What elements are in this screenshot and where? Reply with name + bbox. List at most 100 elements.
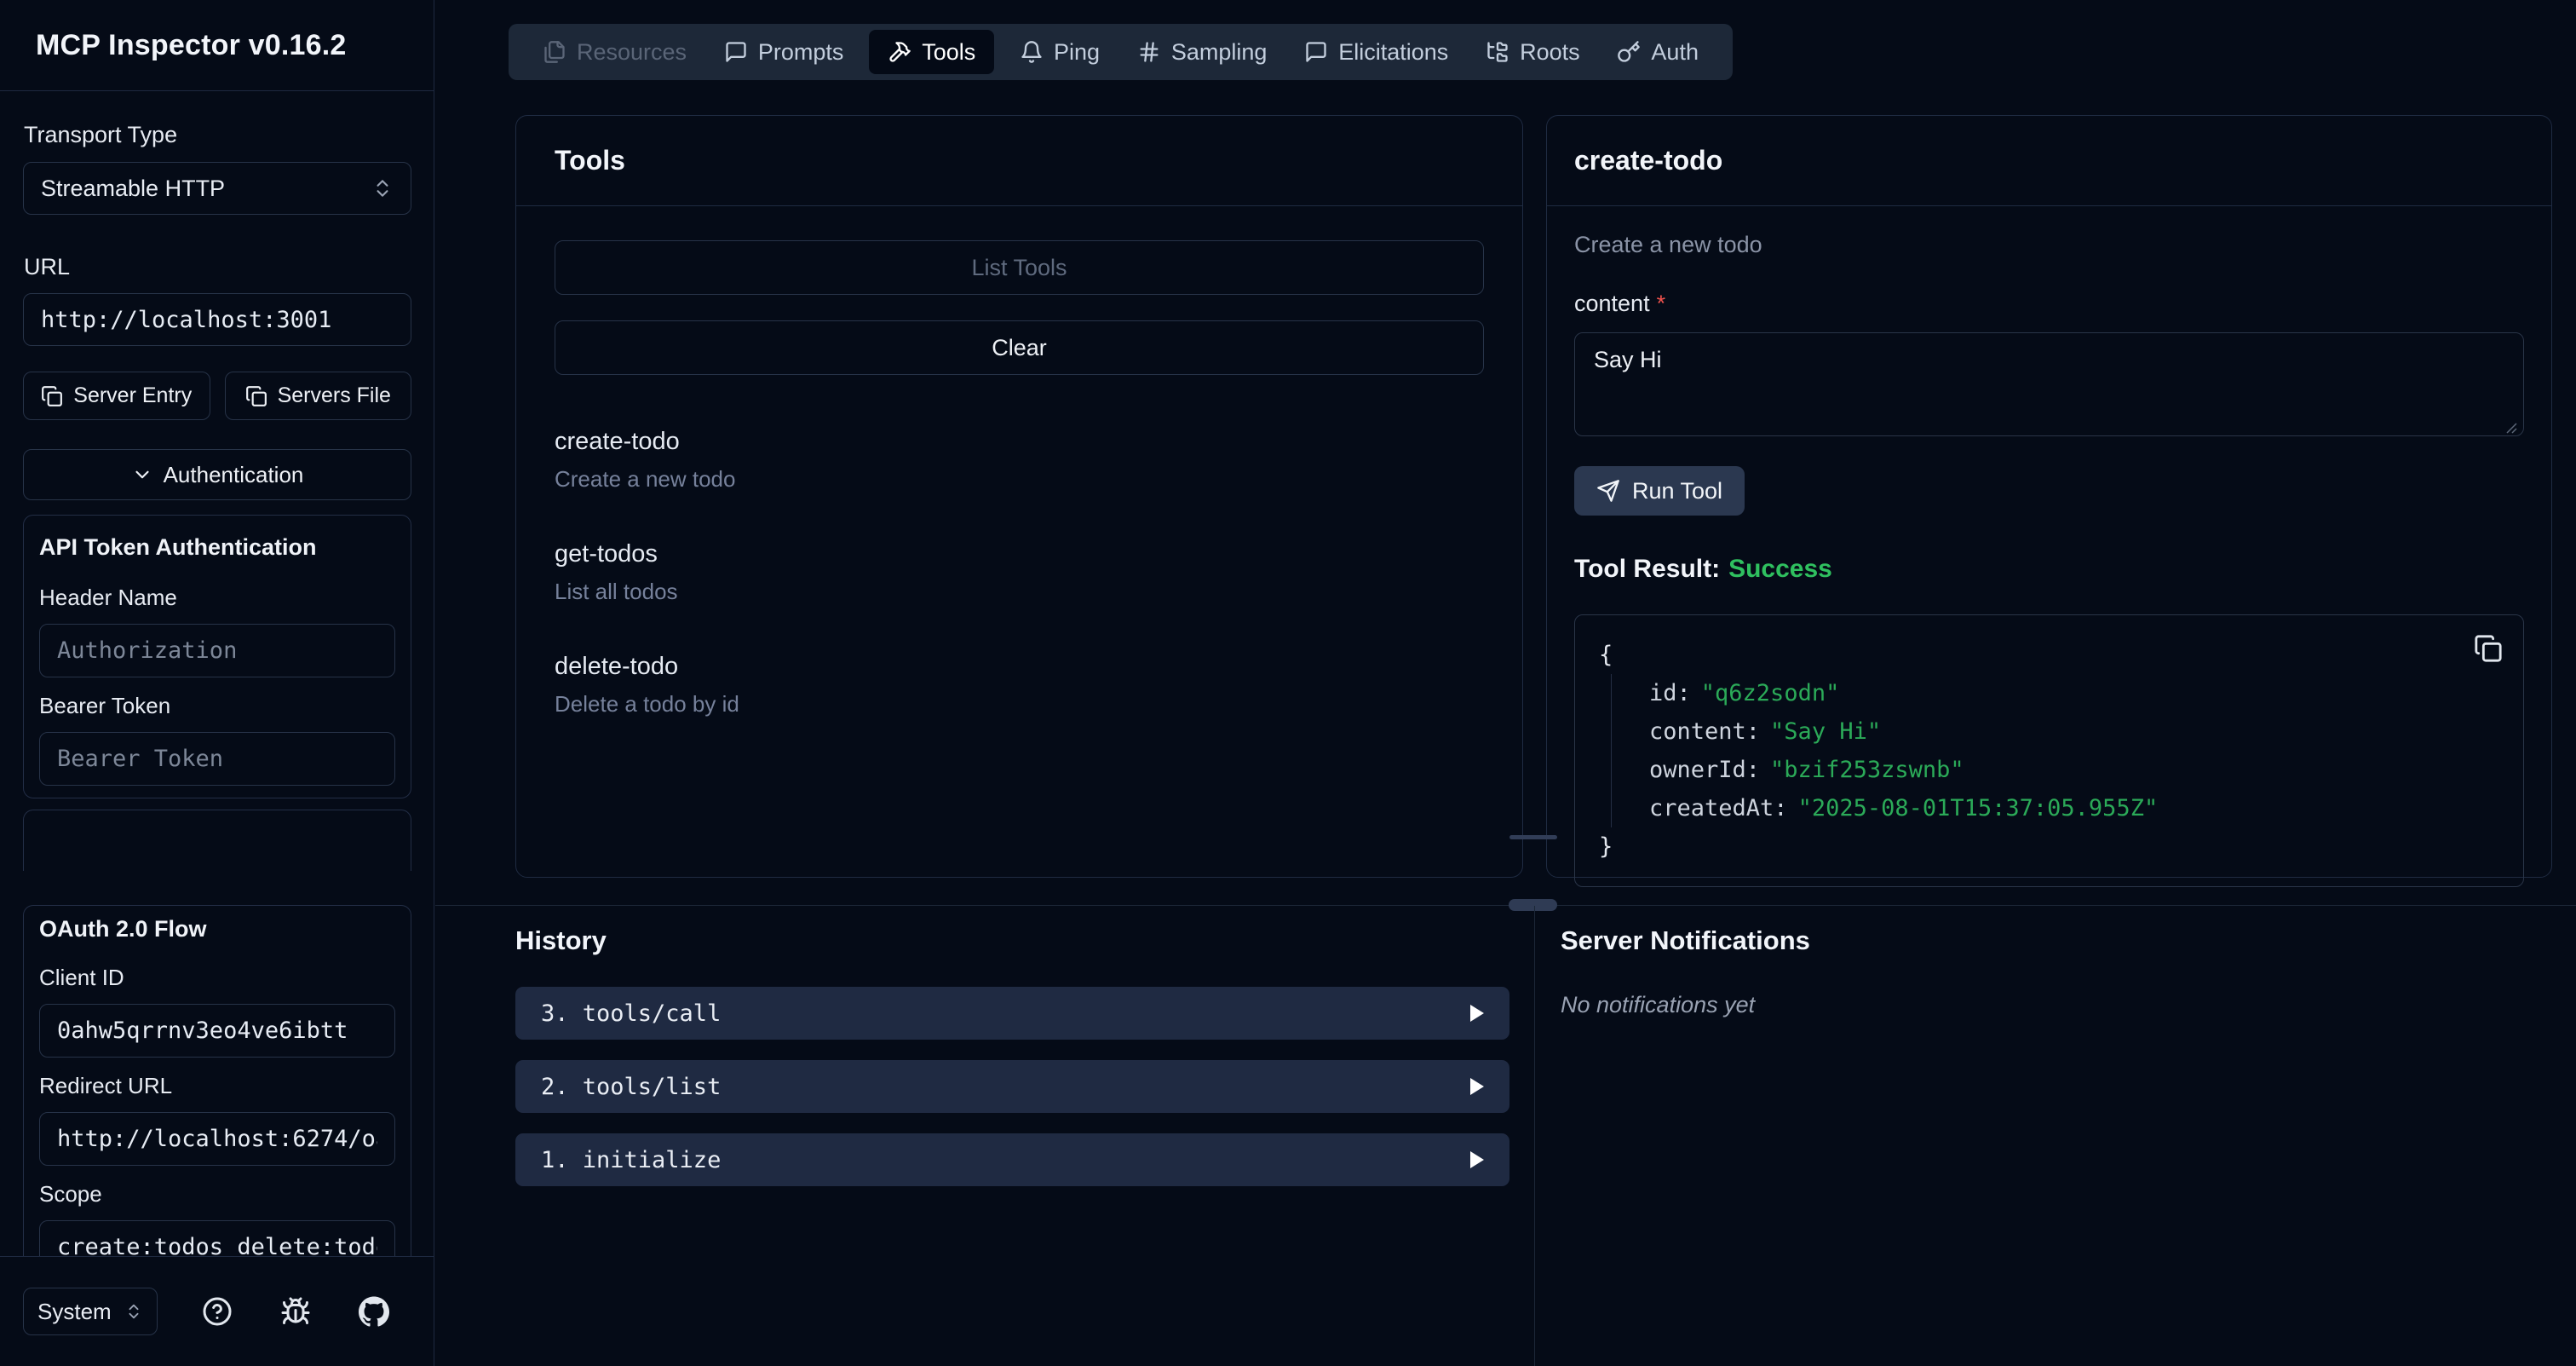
panel-resize-handle[interactable]	[1509, 835, 1557, 839]
url-input[interactable]	[41, 307, 394, 333]
history-section: History 3. tools/call 2. tools/list 1. i…	[515, 925, 1509, 1186]
expand-arrow-icon	[1470, 1005, 1484, 1022]
content-field-label: content*	[1574, 291, 2524, 317]
main-area: Resources Prompts Tools Ping Sampling	[435, 0, 2576, 1366]
copy-icon	[41, 385, 63, 407]
scope-field	[39, 1220, 395, 1256]
tab-elicitations[interactable]: Elicitations	[1292, 30, 1460, 74]
tool-list: create-todo Create a new todo get-todos …	[555, 428, 1484, 718]
tab-label: Tools	[922, 39, 975, 66]
header-name-field	[39, 624, 395, 677]
tab-label: Roots	[1520, 39, 1580, 66]
app-title: MCP Inspector v0.16.2	[36, 29, 347, 62]
bearer-token-input[interactable]	[57, 746, 377, 772]
servers-file-label: Servers File	[278, 383, 391, 408]
tab-label: Sampling	[1171, 39, 1268, 66]
tab-roots[interactable]: Roots	[1474, 30, 1592, 74]
expand-arrow-icon	[1470, 1078, 1484, 1095]
hash-icon	[1137, 40, 1161, 64]
tool-name: delete-todo	[555, 653, 1484, 681]
tool-list-item[interactable]: get-todos List all todos	[555, 540, 1484, 605]
help-icon[interactable]	[202, 1296, 233, 1327]
redirect-url-input[interactable]	[57, 1126, 377, 1152]
tab-label: Ping	[1054, 39, 1100, 66]
tab-auth[interactable]: Auth	[1605, 30, 1711, 74]
sidebar-header: MCP Inspector v0.16.2	[0, 0, 434, 91]
history-item-label: 3. tools/call	[541, 1000, 721, 1027]
tab-sampling[interactable]: Sampling	[1125, 30, 1279, 74]
json-close-brace: }	[1599, 827, 2499, 866]
chevrons-up-down-icon	[124, 1302, 143, 1321]
sidebar: MCP Inspector v0.16.2 Transport Type Str…	[0, 0, 434, 1366]
history-item-label: 1. initialize	[541, 1147, 721, 1173]
history-item-label: 2. tools/list	[541, 1074, 721, 1100]
content-textarea[interactable]: Say Hi	[1574, 332, 2524, 436]
tools-panel-body: List Tools Clear create-todo Create a ne…	[516, 206, 1522, 752]
tab-resources[interactable]: Resources	[531, 30, 699, 74]
tab-label: Prompts	[758, 39, 844, 66]
servers-file-button[interactable]: Servers File	[225, 372, 412, 420]
copy-result-icon[interactable]	[2474, 634, 2503, 663]
bug-icon[interactable]	[280, 1296, 311, 1327]
copy-buttons-row: Server Entry Servers File	[23, 372, 411, 420]
tool-result-status: Success	[1728, 555, 1832, 583]
theme-value: System	[37, 1299, 112, 1325]
history-item[interactable]: 1. initialize	[515, 1133, 1509, 1186]
tool-description: Delete a todo by id	[555, 691, 1484, 718]
row-resize-handle[interactable]	[1509, 899, 1557, 911]
json-line: id:"q6z2sodn"	[1649, 674, 2499, 712]
content-field: Say Hi	[1574, 332, 2524, 441]
url-label: URL	[24, 254, 70, 280]
theme-select[interactable]: System	[23, 1288, 158, 1335]
client-id-input[interactable]	[57, 1017, 377, 1044]
list-tools-button[interactable]: List Tools	[555, 240, 1484, 295]
json-line: createdAt:"2025-08-01T15:37:05.955Z"	[1649, 789, 2499, 827]
tools-panel: Tools List Tools Clear create-todo Creat…	[515, 115, 1523, 878]
message-square-icon	[724, 40, 748, 64]
tool-detail-header: create-todo	[1547, 116, 2551, 206]
transport-type-select[interactable]: Streamable HTTP	[23, 162, 411, 215]
history-item[interactable]: 2. tools/list	[515, 1060, 1509, 1113]
tool-description: List all todos	[555, 579, 1484, 605]
server-entry-button[interactable]: Server Entry	[23, 372, 210, 420]
tool-detail-description: Create a new todo	[1574, 232, 2524, 258]
clear-button[interactable]: Clear	[555, 320, 1484, 375]
redirect-url-label: Redirect URL	[39, 1073, 395, 1099]
horizontal-divider	[435, 905, 2576, 906]
tab-label: Elicitations	[1338, 39, 1448, 66]
tool-detail-title: create-todo	[1574, 145, 1722, 176]
client-id-label: Client ID	[39, 965, 395, 991]
header-name-input[interactable]	[57, 637, 377, 664]
history-item[interactable]: 3. tools/call	[515, 987, 1509, 1040]
tab-ping[interactable]: Ping	[1008, 30, 1112, 74]
server-notifications-section: Server Notifications No notifications ye…	[1561, 925, 1810, 1018]
files-icon	[543, 40, 566, 64]
tool-name: create-todo	[555, 428, 1484, 456]
send-icon	[1596, 479, 1620, 503]
tab-label: Auth	[1651, 39, 1699, 66]
tool-list-item[interactable]: create-todo Create a new todo	[555, 428, 1484, 493]
tools-panel-header: Tools	[516, 116, 1522, 206]
tool-list-item[interactable]: delete-todo Delete a todo by id	[555, 653, 1484, 718]
history-title: History	[515, 925, 1509, 956]
message-square-icon	[1304, 40, 1328, 64]
client-id-field	[39, 1004, 395, 1058]
clipped-card	[23, 810, 411, 871]
api-token-auth-heading: API Token Authentication	[39, 534, 395, 561]
authentication-toggle-button[interactable]: Authentication	[23, 449, 411, 500]
redirect-url-field	[39, 1112, 395, 1166]
tab-label: Resources	[577, 39, 687, 66]
run-tool-button[interactable]: Run Tool	[1574, 466, 1745, 516]
tab-prompts[interactable]: Prompts	[712, 30, 856, 74]
oauth-flow-card: OAuth 2.0 Flow Client ID Redirect URL Sc…	[23, 905, 411, 1256]
tool-description: Create a new todo	[555, 466, 1484, 493]
github-icon[interactable]	[359, 1296, 389, 1327]
resize-grip-icon[interactable]	[2504, 420, 2517, 434]
tab-tools[interactable]: Tools	[869, 30, 994, 74]
tools-panel-title: Tools	[555, 145, 625, 176]
url-field	[23, 293, 411, 346]
bearer-token-field	[39, 732, 395, 786]
scope-input[interactable]	[57, 1234, 377, 1256]
bearer-token-label: Bearer Token	[39, 693, 395, 719]
expand-arrow-icon	[1470, 1151, 1484, 1168]
